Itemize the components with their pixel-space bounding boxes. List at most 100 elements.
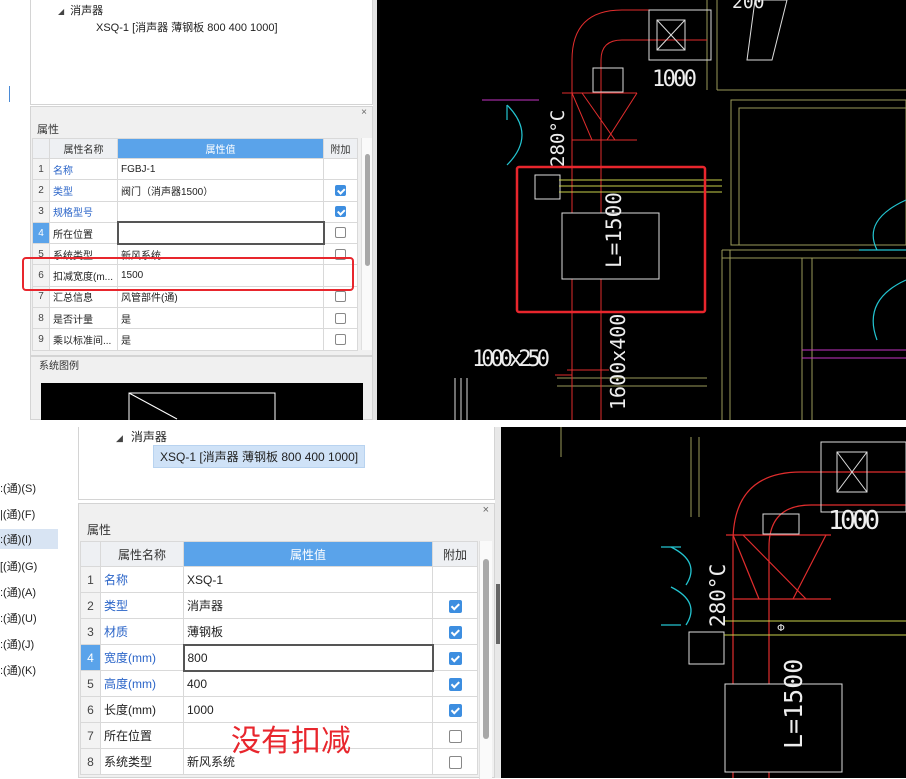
row-number: 7 xyxy=(80,722,101,749)
extra-cell xyxy=(323,179,358,202)
property-value[interactable] xyxy=(116,221,325,245)
between-gap xyxy=(0,420,906,427)
close-icon[interactable]: × xyxy=(361,107,367,118)
properties-title: 属性 xyxy=(87,523,112,537)
property-row[interactable]: 9 乘以标准间... 是 xyxy=(32,328,358,351)
dim-top-text: 1000 xyxy=(652,67,697,92)
property-value[interactable]: 消声器 xyxy=(183,592,433,619)
header-name: 属性名称 xyxy=(49,138,118,159)
property-name: 类型 xyxy=(49,179,118,202)
extra-cell xyxy=(432,722,478,749)
property-row[interactable]: 2 类型 消声器 xyxy=(80,592,478,619)
property-row[interactable]: 8 是否计量是 xyxy=(32,307,358,330)
checkbox-unchecked[interactable] xyxy=(335,291,346,303)
extra-cell xyxy=(323,157,358,181)
extra-cell xyxy=(432,592,478,619)
highlight-row-box xyxy=(22,257,354,291)
side-item-i[interactable]: :(通)(I) xyxy=(0,529,58,549)
partial-dim-text: 200 xyxy=(732,0,765,13)
row-number: 6 xyxy=(80,696,101,723)
property-row[interactable]: 3 材质 薄钢板 xyxy=(80,618,478,645)
checkbox-unchecked[interactable] xyxy=(335,227,347,239)
extra-cell xyxy=(432,644,478,671)
top-cad-drawing: 1000 200 280°C L=1500 1000x250 1600x400 xyxy=(454,0,906,420)
checkbox-unchecked[interactable] xyxy=(335,333,346,345)
checkbox-checked[interactable] xyxy=(448,651,462,665)
property-value[interactable]: XSQ-1 xyxy=(183,566,433,593)
bottom-cad-view[interactable]: 1000 280°C Φ L=1500 xyxy=(501,427,906,778)
temp-label: 280°C xyxy=(547,110,569,167)
property-value[interactable]: 是 xyxy=(117,307,324,330)
duct-vertical-label: 1600x400 xyxy=(606,314,630,410)
top-cad-view[interactable]: 1000 200 280°C L=1500 1000x250 1600x400 xyxy=(377,0,906,420)
checkbox-checked[interactable] xyxy=(335,206,346,218)
side-item-f[interactable]: |(通)(F) xyxy=(0,506,35,522)
property-value[interactable]: 800 xyxy=(182,643,434,672)
checkbox-checked[interactable] xyxy=(448,677,462,691)
property-name: 材质 xyxy=(100,618,184,645)
legend-symbol xyxy=(128,392,276,430)
checkbox-unchecked[interactable] xyxy=(448,755,462,769)
tree-root[interactable]: ◢ 消声器 xyxy=(58,2,103,18)
checkbox-unchecked[interactable] xyxy=(335,312,346,324)
collapse-handle[interactable] xyxy=(496,584,500,644)
row-number: 9 xyxy=(32,328,50,351)
extra-cell xyxy=(432,566,478,593)
property-row[interactable]: 5 高度(mm) 400 xyxy=(80,670,478,697)
bottom-cad-drawing: 1000 280°C Φ L=1500 xyxy=(560,427,906,778)
top-properties-table-wrap: 属性名称 属性值 附加 1 名称 FGBJ-1 2 类型 阀门（消声器1500） 3 规格型号… xyxy=(32,138,358,351)
extra-cell xyxy=(432,748,478,775)
tree-root-label: 消声器 xyxy=(70,5,104,17)
side-item-a[interactable]: :(通)(A) xyxy=(0,584,36,600)
row-number: 8 xyxy=(32,307,50,330)
side-item-j[interactable]: :(通)(J) xyxy=(0,636,34,652)
side-item-u[interactable]: :(通)(U) xyxy=(0,610,37,626)
top-screenshot: ◢ 消声器 XSQ-1 [消声器 薄钢板 800 400 1000] × 属性 属… xyxy=(0,0,906,430)
bottom-tree-panel: ◢ 消声器 XSQ-1 [消声器 薄钢板 800 400 1000] xyxy=(78,427,495,500)
row-number: 3 xyxy=(32,200,50,223)
tree-leaf-xsq[interactable]: XSQ-1 [消声器 薄钢板 800 400 1000] xyxy=(96,19,278,35)
tree-root[interactable]: ◢ 消声器 xyxy=(116,428,167,445)
property-value[interactable]: 400 xyxy=(183,670,433,697)
property-value[interactable] xyxy=(117,200,324,223)
bottom-properties-panel: × 属性 属性名称 属性值 附加 1 名称 XSQ-1 2 类型 消声器 3 材质 薄钢板 4 宽度… xyxy=(78,503,495,779)
property-value[interactable]: 薄钢板 xyxy=(183,618,433,645)
checkbox-unchecked[interactable] xyxy=(448,729,462,743)
properties-title: 属性 xyxy=(37,124,59,136)
property-row[interactable]: 1 名称 FGBJ-1 xyxy=(32,157,358,181)
property-value[interactable]: 阀门（消声器1500） xyxy=(117,179,324,202)
side-item-s[interactable]: :(通)(S) xyxy=(0,480,36,496)
side-item-g[interactable]: [(通)(G) xyxy=(0,558,37,574)
phi-label: Φ xyxy=(777,623,785,634)
property-name: 宽度(mm) xyxy=(100,644,184,671)
property-row[interactable]: 2 类型 阀门（消声器1500） xyxy=(32,179,358,202)
caret-down-icon: ◢ xyxy=(116,433,123,443)
checkbox-checked[interactable] xyxy=(448,703,462,717)
row-number: 4 xyxy=(80,644,101,671)
property-name: 高度(mm) xyxy=(100,670,184,697)
property-row[interactable]: 4 所在位置 xyxy=(32,221,358,245)
scroll-thumb[interactable] xyxy=(365,154,370,266)
checkbox-checked[interactable] xyxy=(335,184,346,196)
row-number: 3 xyxy=(80,618,101,645)
side-list: :(通)(S) |(通)(F) :(通)(I) [(通)(G) :(通)(A) … xyxy=(0,427,78,778)
row-number: 8 xyxy=(80,748,101,775)
tree-leaf-xsq[interactable]: XSQ-1 [消声器 薄钢板 800 400 1000] xyxy=(153,445,366,468)
row-number: 2 xyxy=(32,179,50,202)
cursor-marker xyxy=(9,86,10,102)
checkbox-checked[interactable] xyxy=(448,599,462,613)
annotation-no-deduction: 没有扣减 xyxy=(231,724,351,759)
side-item-k[interactable]: :(通)(K) xyxy=(0,662,36,678)
bottom-prop-scrollbar[interactable] xyxy=(479,541,492,779)
top-prop-scrollbar[interactable] xyxy=(361,138,372,350)
checkbox-checked[interactable] xyxy=(448,625,462,639)
property-value[interactable]: 是 xyxy=(117,328,324,351)
property-name: 所在位置 xyxy=(100,722,184,749)
property-value[interactable]: FGBJ-1 xyxy=(117,157,324,181)
close-icon[interactable]: × xyxy=(483,504,489,516)
property-row[interactable]: 4 宽度(mm) 800 xyxy=(80,643,478,672)
property-row[interactable]: 3 规格型号 xyxy=(32,200,358,223)
property-row[interactable]: 1 名称 XSQ-1 xyxy=(80,566,478,593)
scroll-thumb[interactable] xyxy=(483,559,489,739)
header-extra: 附加 xyxy=(323,138,358,159)
